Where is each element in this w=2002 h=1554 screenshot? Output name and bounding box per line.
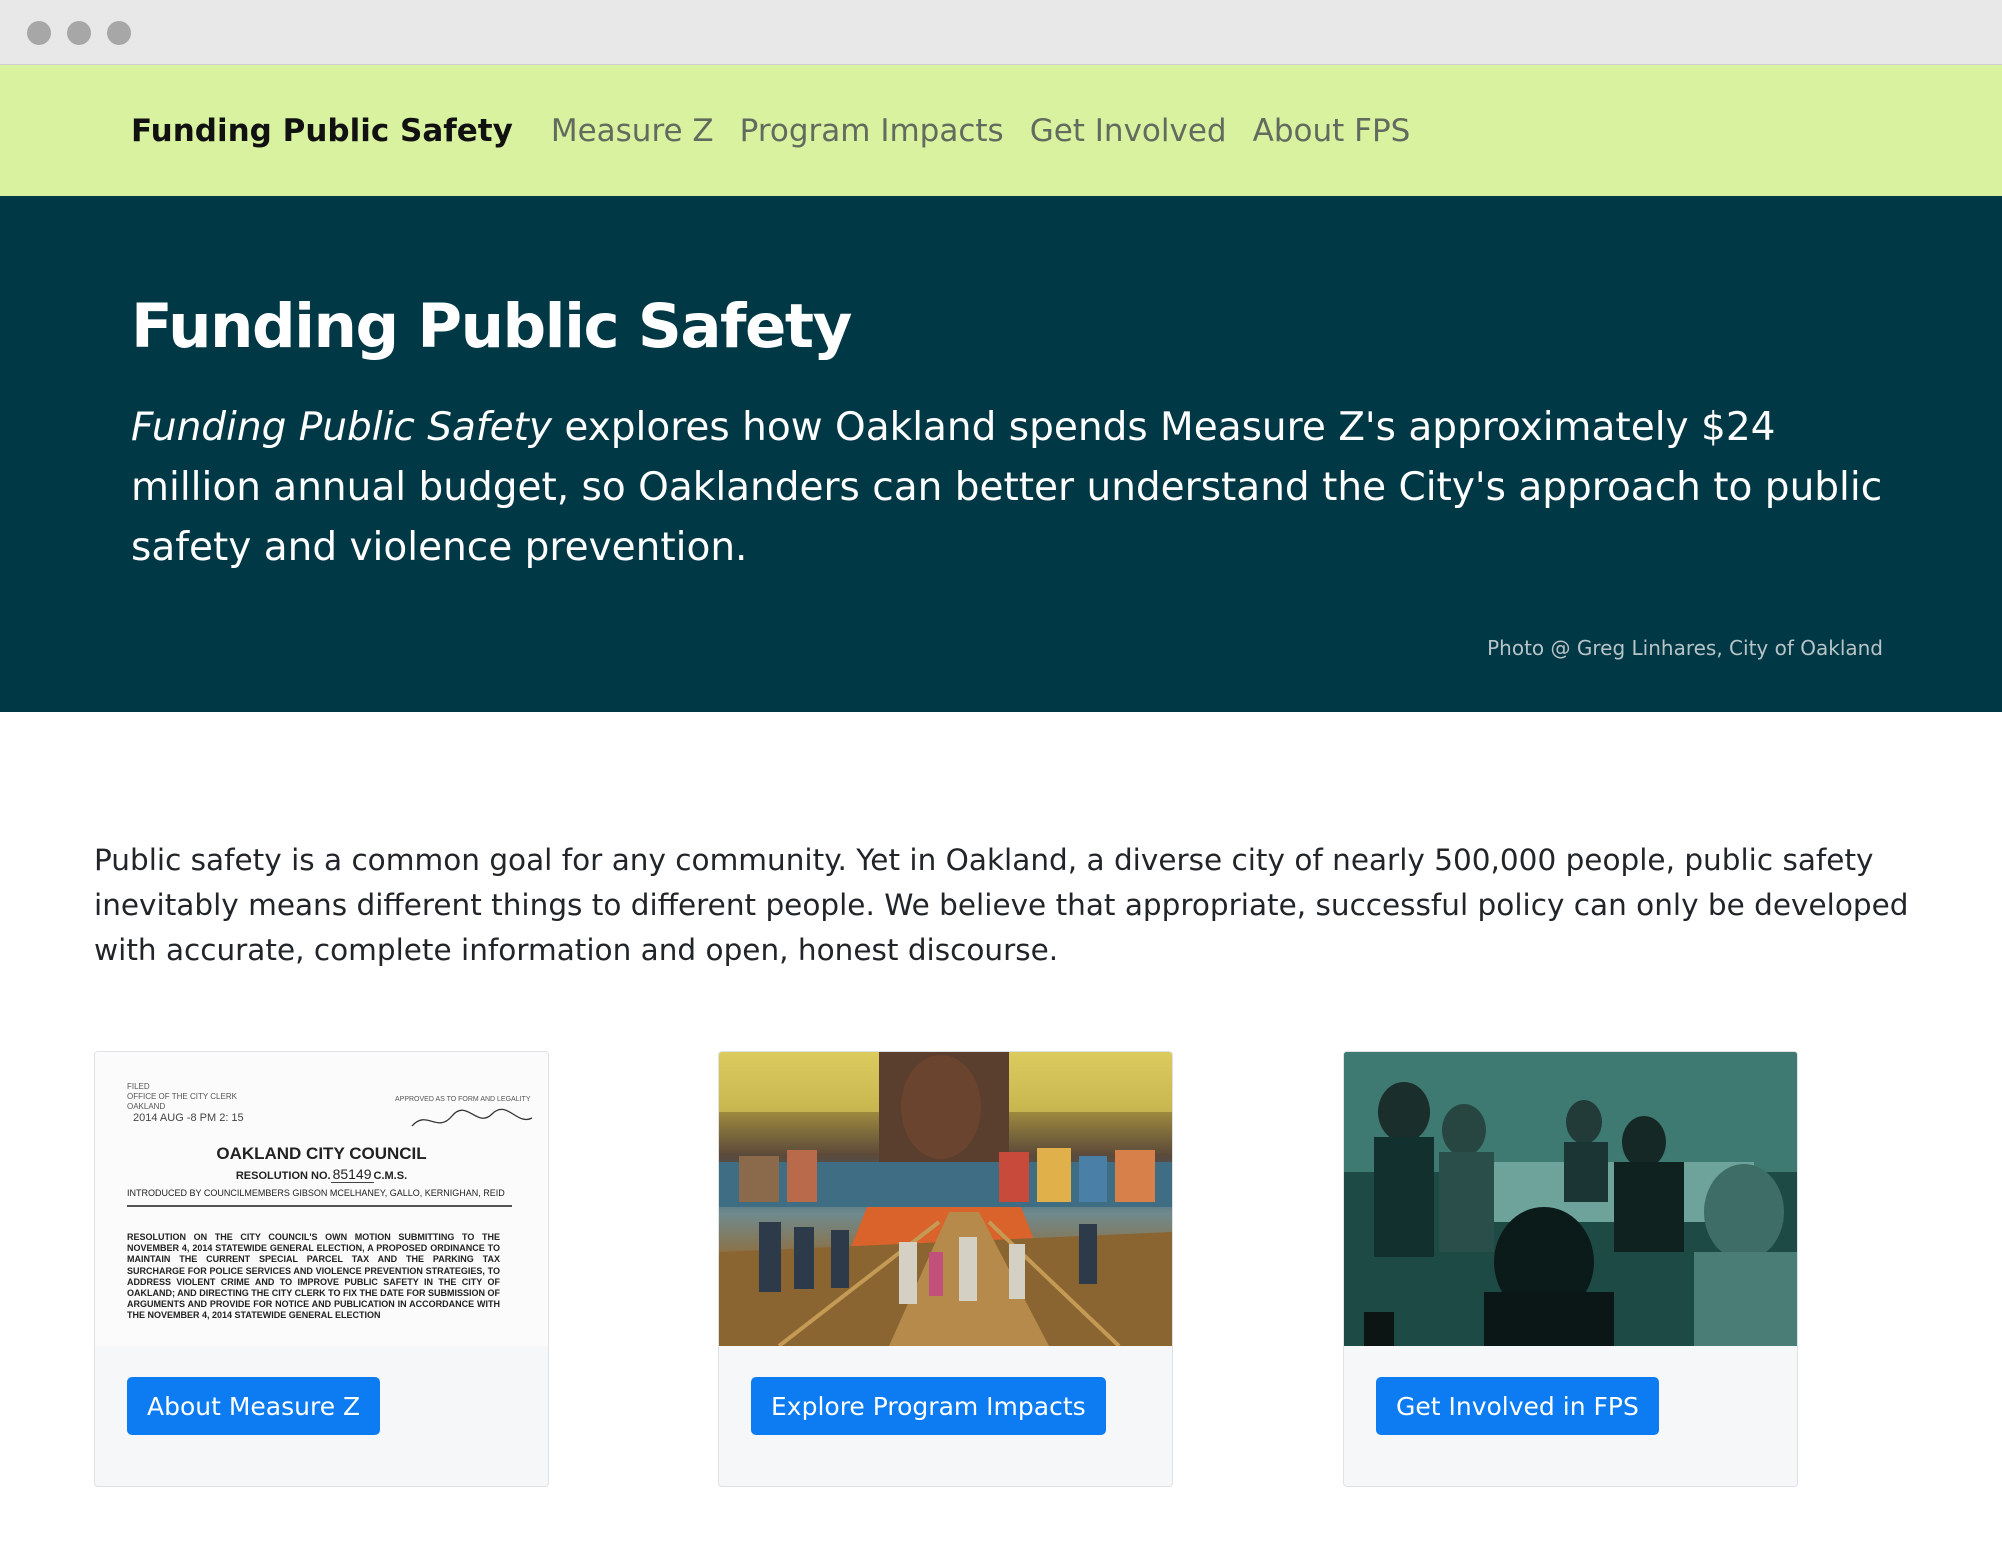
mural-illustration bbox=[719, 1052, 1172, 1346]
nav-link-about-fps[interactable]: About FPS bbox=[1253, 113, 1411, 149]
navbar-brand[interactable]: Funding Public Safety bbox=[131, 113, 513, 149]
approved-stamp: APPROVED AS TO FORM AND LEGALITY bbox=[395, 1096, 531, 1103]
hero-lead-emphasis: Funding Public Safety bbox=[131, 405, 553, 450]
community-meeting-photo bbox=[1344, 1052, 1797, 1346]
signature-icon bbox=[411, 1108, 533, 1127]
mural-image bbox=[719, 1052, 1172, 1346]
explore-program-impacts-button[interactable]: Explore Program Impacts bbox=[751, 1377, 1106, 1435]
hero-title: Funding Public Safety bbox=[131, 291, 852, 362]
filed-stamp: FILED OFFICE OF THE CITY CLERK OAKLAND bbox=[127, 1082, 237, 1111]
resolution-number: RESOLUTION NO. 85149 C.M.S. bbox=[95, 1166, 548, 1183]
council-heading: OAKLAND CITY COUNCIL bbox=[216, 1144, 427, 1163]
hero-lead: Funding Public Safety explores how Oakla… bbox=[131, 398, 1891, 578]
introduced-by: INTRODUCED BY COUNCILMEMBERS GIBSON MCEL… bbox=[127, 1188, 512, 1207]
browser-window-chrome bbox=[0, 0, 2002, 65]
get-involved-in-fps-button[interactable]: Get Involved in FPS bbox=[1376, 1377, 1659, 1435]
top-navbar: Funding Public Safety Measure Z Program … bbox=[0, 65, 2002, 196]
nav-link-measure-z[interactable]: Measure Z bbox=[551, 113, 714, 149]
resolution-value: 85149 bbox=[330, 1166, 374, 1183]
window-minimize-dot[interactable] bbox=[67, 21, 91, 45]
hero-banner: Funding Public Safety Funding Public Saf… bbox=[0, 196, 2002, 712]
about-measure-z-button[interactable]: About Measure Z bbox=[127, 1377, 381, 1435]
card-program-impacts: Explore Program Impacts bbox=[718, 1051, 1173, 1487]
meeting-photo-illustration bbox=[1344, 1052, 1797, 1346]
window-maximize-dot[interactable] bbox=[107, 21, 131, 45]
resolution-body: RESOLUTION ON THE CITY COUNCIL'S OWN MOT… bbox=[127, 1232, 500, 1321]
resolution-document-image: FILED OFFICE OF THE CITY CLERK OAKLAND 2… bbox=[95, 1052, 548, 1346]
card-measure-z: FILED OFFICE OF THE CITY CLERK OAKLAND 2… bbox=[94, 1051, 549, 1487]
resolution-prefix: RESOLUTION NO. bbox=[235, 1170, 331, 1182]
card-get-involved: Get Involved in FPS bbox=[1343, 1051, 1798, 1487]
nav-link-get-involved[interactable]: Get Involved bbox=[1030, 113, 1227, 149]
window-close-dot[interactable] bbox=[27, 21, 51, 45]
filed-stamp-date: 2014 AUG -8 PM 2: 15 bbox=[133, 1112, 244, 1124]
photo-credit: Photo @ Greg Linhares, City of Oakland bbox=[1487, 636, 1883, 660]
resolution-suffix: C.M.S. bbox=[373, 1170, 408, 1182]
intro-paragraph: Public safety is a common goal for any c… bbox=[94, 843, 1909, 967]
nav-link-program-impacts[interactable]: Program Impacts bbox=[740, 113, 1004, 149]
